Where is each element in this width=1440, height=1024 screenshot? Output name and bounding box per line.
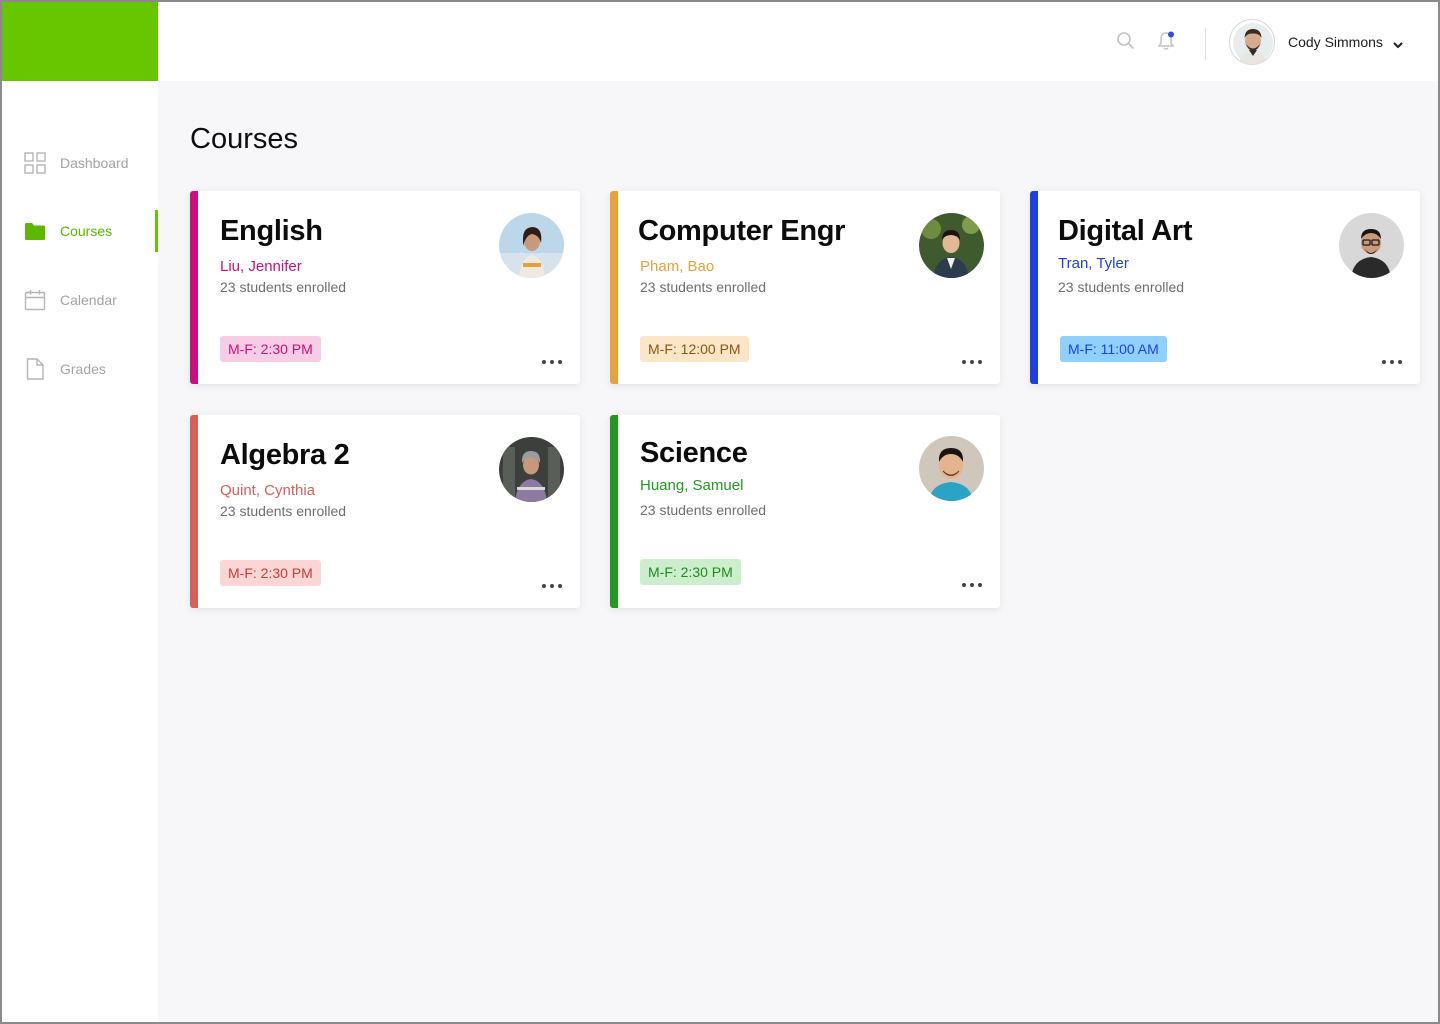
teacher-photo	[919, 436, 984, 501]
enrollment-count: 23 students enrolled	[640, 502, 767, 518]
course-card-digital-art[interactable]: Digital Art Tran, Tyler 23 students enro…	[1030, 191, 1420, 384]
more-options-icon[interactable]	[541, 578, 563, 588]
teacher-photo	[919, 213, 984, 278]
teacher-photo	[499, 213, 564, 278]
course-card-science[interactable]: Science Huang, Samuel 23 students enroll…	[610, 415, 1000, 608]
card-accent	[190, 415, 198, 608]
sidebar-item-courses[interactable]: Courses	[0, 210, 158, 252]
enrollment-count: 23 students enrolled	[220, 279, 347, 295]
card-accent	[190, 191, 198, 384]
teacher-photo	[1339, 213, 1404, 278]
notification-dot	[1168, 31, 1174, 38]
search-icon[interactable]	[1116, 31, 1136, 56]
header-divider	[1205, 28, 1206, 60]
avatar[interactable]	[1229, 19, 1275, 65]
more-options-icon[interactable]	[961, 354, 983, 364]
folder-icon	[24, 220, 46, 242]
card-accent	[1030, 191, 1038, 384]
teacher-name: Quint, Cynthia	[220, 482, 316, 499]
course-title: Science	[640, 437, 748, 469]
document-icon	[24, 358, 46, 380]
enrollment-count: 23 students enrolled	[1058, 279, 1185, 295]
top-bar: Cody Simmons	[158, 0, 1440, 81]
brand-logo-block[interactable]	[0, 0, 158, 81]
course-title: English	[220, 215, 323, 247]
more-options-icon[interactable]	[541, 354, 563, 364]
sidebar-item-label: Grades	[60, 361, 106, 377]
teacher-name: Pham, Bao	[640, 258, 715, 275]
sidebar-item-calendar[interactable]: Calendar	[0, 279, 158, 321]
user-name[interactable]: Cody Simmons	[1288, 34, 1383, 50]
course-card-computer-engr[interactable]: Computer Engr Pham, Bao 23 students enro…	[610, 191, 1000, 384]
schedule-badge: M-F: 2:30 PM	[640, 559, 741, 585]
sidebar-item-label: Calendar	[60, 292, 117, 308]
card-accent	[610, 191, 618, 384]
sidebar-item-grades[interactable]: Grades	[0, 348, 158, 390]
sidebar-item-dashboard[interactable]: Dashboard	[0, 142, 158, 184]
sidebar: Dashboard Courses Calendar Grades	[0, 81, 158, 1024]
avatar-icon	[1233, 23, 1273, 64]
enrollment-count: 23 students enrolled	[640, 279, 767, 295]
teacher-name: Tran, Tyler	[1058, 255, 1129, 272]
page-title: Courses	[190, 123, 298, 155]
course-title: Computer Engr	[638, 215, 846, 247]
course-title: Algebra 2	[220, 439, 350, 471]
more-options-icon[interactable]	[1381, 354, 1403, 364]
schedule-badge: M-F: 2:30 PM	[220, 336, 321, 362]
chevron-down-icon[interactable]	[1392, 37, 1404, 55]
schedule-badge: M-F: 2:30 PM	[220, 560, 321, 586]
teacher-name: Liu, Jennifer	[220, 258, 302, 275]
sidebar-item-label: Dashboard	[60, 155, 129, 171]
grid-icon	[24, 152, 46, 174]
teacher-name: Huang, Samuel	[640, 477, 744, 494]
course-card-english[interactable]: English Liu, Jennifer 23 students enroll…	[190, 191, 580, 384]
card-accent	[610, 415, 618, 608]
course-title: Digital Art	[1058, 215, 1193, 247]
schedule-badge: M-F: 12:00 PM	[640, 336, 749, 362]
main-content: Courses English Liu, Jennifer 23 student…	[158, 81, 1440, 1024]
bell-icon[interactable]	[1156, 30, 1176, 57]
more-options-icon[interactable]	[961, 577, 983, 587]
sidebar-item-label: Courses	[60, 223, 113, 239]
course-card-algebra-2[interactable]: Algebra 2 Quint, Cynthia 23 students enr…	[190, 415, 580, 608]
schedule-badge: M-F: 11:00 AM	[1060, 336, 1167, 362]
teacher-photo	[499, 437, 564, 502]
calendar-icon	[24, 289, 46, 311]
enrollment-count: 23 students enrolled	[220, 503, 347, 519]
